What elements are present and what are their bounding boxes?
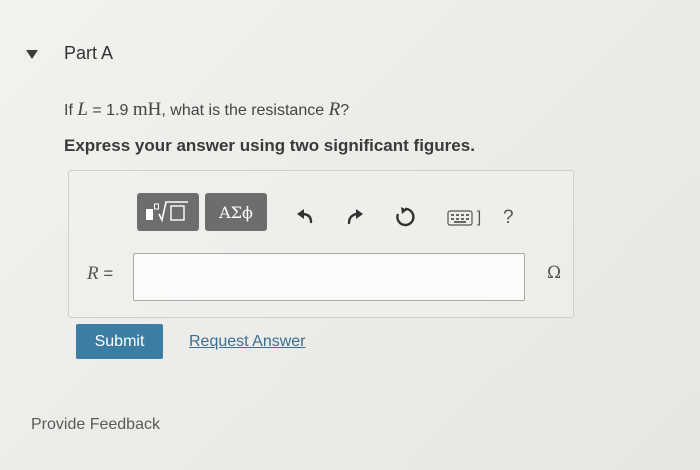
submit-button[interactable]: Submit: [76, 324, 163, 359]
provide-feedback-link[interactable]: Provide Feedback: [31, 416, 160, 434]
question-target-variable: R: [328, 99, 341, 120]
question-variable: L: [77, 99, 88, 120]
help-icon[interactable]: ?: [503, 207, 514, 229]
question-middle: , what is the resistance: [161, 102, 325, 119]
request-answer-link[interactable]: Request Answer: [189, 333, 306, 351]
answer-equals: =: [103, 264, 114, 283]
greek-symbols-button[interactable]: ΑΣϕ: [205, 193, 267, 231]
part-title[interactable]: Part A: [64, 43, 113, 64]
question-prefix: If: [64, 102, 73, 119]
question-part-page: Part A If L = 1.9 mH, what is the resist…: [0, 0, 700, 470]
greek-symbols-label: ΑΣϕ: [219, 202, 253, 222]
keyboard-suffix: ]: [476, 209, 482, 226]
keyboard-icon[interactable]: ]: [444, 206, 484, 230]
undo-icon[interactable]: [294, 205, 318, 229]
answer-variable-label: R =: [87, 263, 113, 285]
answer-unit: Ω: [547, 263, 562, 283]
question-equals: =: [92, 102, 102, 119]
question-suffix: ?: [340, 102, 350, 119]
redo-icon[interactable]: [342, 205, 366, 229]
question-text: If L = 1.9 mH, what is the resistance R?: [64, 99, 349, 121]
question-unit: mH: [132, 99, 162, 120]
templates-sqrt-icon: [146, 201, 188, 223]
templates-button[interactable]: [137, 193, 199, 231]
question-value: 1.9: [106, 102, 129, 119]
reset-icon[interactable]: [393, 205, 417, 229]
answer-variable: R: [87, 263, 99, 284]
collapse-triangle-icon[interactable]: [25, 47, 39, 61]
answer-input[interactable]: [133, 253, 525, 301]
answer-instructions: Express your answer using two significan…: [64, 136, 475, 155]
